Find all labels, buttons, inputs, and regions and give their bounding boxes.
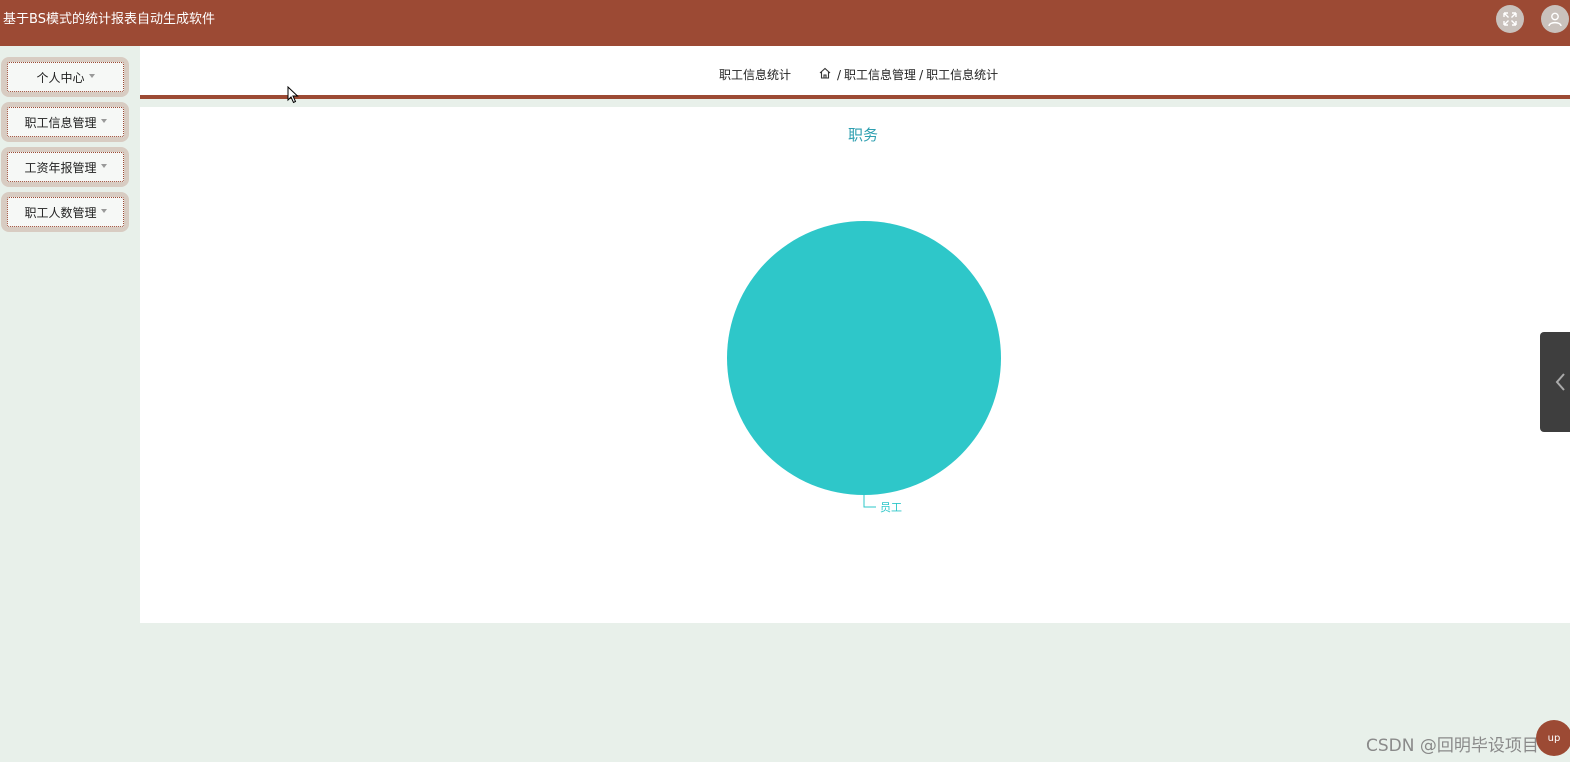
breadcrumb-separator: / — [837, 67, 842, 82]
caret-down-icon — [100, 119, 107, 123]
breadcrumb-item-staff-info[interactable]: 职工信息管理 — [844, 66, 916, 83]
sidebar-item-label: 职工信息管理 — [24, 115, 97, 130]
app-title: 基于BS模式的统计报表自动生成软件 — [3, 12, 215, 27]
sidebar: 个人中心 职工信息管理 工资年报管理 职工人数管理 — [0, 46, 140, 762]
breadcrumb-item-current: 职工信息统计 — [926, 68, 999, 82]
sidebar-item-frame: 个人中心 — [7, 62, 124, 92]
watermark: CSDN @回明毕设项目 — [1366, 736, 1539, 756]
sidebar-item-frame: 工资年报管理 — [7, 152, 124, 182]
side-panel-toggle[interactable] — [1540, 332, 1570, 432]
chart-title: 职务 — [848, 126, 878, 144]
breadcrumb: / 职工信息管理 / 职工信息统计 — [819, 66, 998, 83]
page-title: 职工信息统计 — [719, 68, 792, 82]
sidebar-item-salary-report[interactable]: 工资年报管理 — [1, 147, 129, 187]
fullscreen-button[interactable] — [1496, 5, 1524, 33]
pie-label: 员工 — [880, 501, 902, 514]
sidebar-item-label: 工资年报管理 — [24, 160, 97, 175]
mouse-cursor-icon — [287, 86, 299, 104]
sidebar-item-frame: 职工人数管理 — [7, 197, 124, 227]
sidebar-item-label: 职工人数管理 — [24, 205, 97, 220]
caret-down-icon — [100, 164, 107, 168]
pie-label-line — [863, 495, 876, 508]
header-gap — [140, 99, 1570, 107]
sidebar-item-label: 个人中心 — [36, 70, 85, 85]
user-icon — [1548, 12, 1562, 27]
caret-down-icon — [88, 74, 95, 78]
pie-chart: 职务 员工 — [727, 126, 1001, 514]
sidebar-item-frame: 职工信息管理 — [7, 107, 124, 137]
sidebar-item-staff-count[interactable]: 职工人数管理 — [1, 192, 129, 232]
pie-slice[interactable] — [727, 221, 1001, 495]
sidebar-item-staff-info[interactable]: 职工信息管理 — [1, 102, 129, 142]
chevron-left-icon — [1555, 373, 1565, 391]
top-bar: 基于BS模式的统计报表自动生成软件 — [0, 0, 1570, 46]
breadcrumb-separator: / — [919, 67, 924, 82]
sidebar-item-personal-center[interactable]: 个人中心 — [1, 57, 129, 97]
user-button[interactable] — [1541, 5, 1569, 33]
home-icon[interactable] — [819, 67, 831, 82]
fullscreen-icon — [1503, 12, 1517, 26]
caret-down-icon — [100, 209, 107, 213]
scroll-top-button[interactable]: up — [1536, 720, 1570, 756]
